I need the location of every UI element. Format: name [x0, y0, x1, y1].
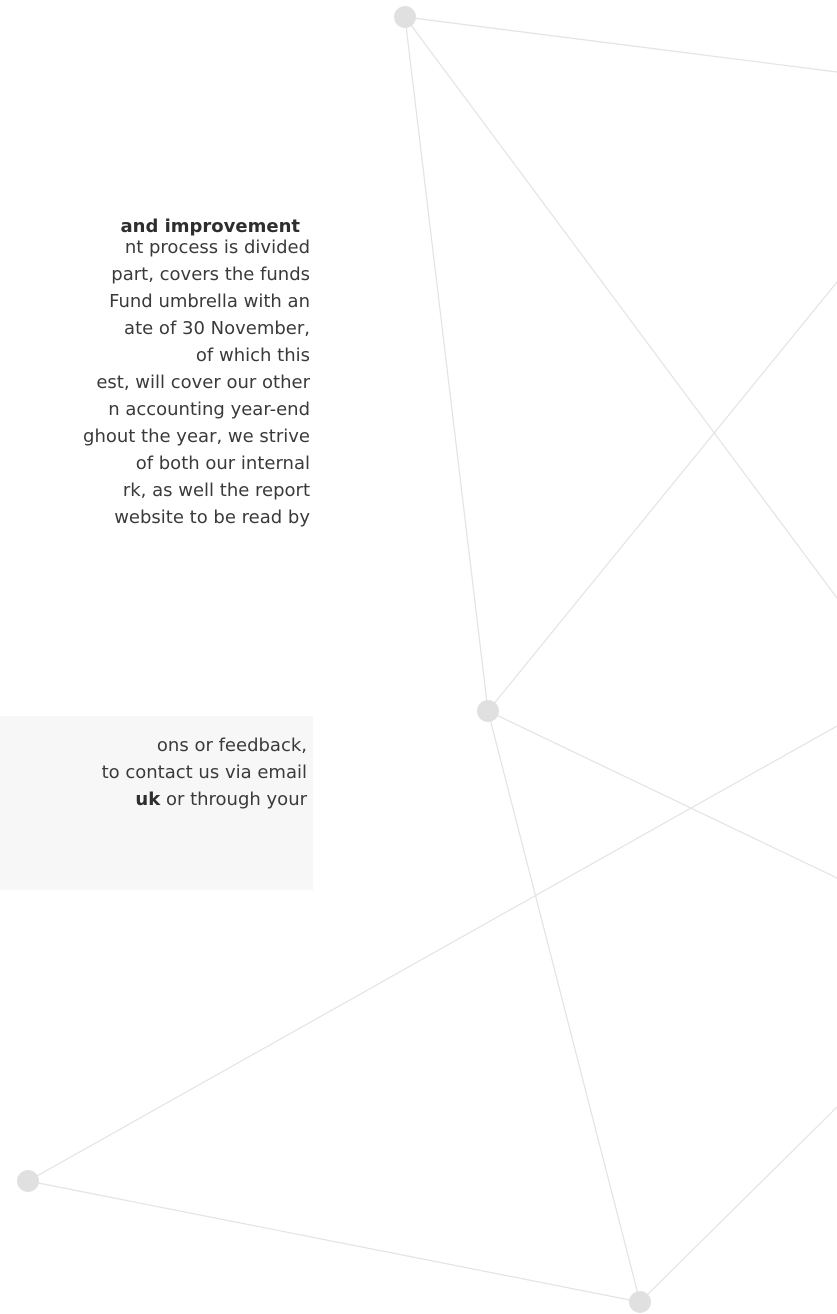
network-line — [404, 16, 489, 712]
paragraph-line: rk, as well the report — [122, 480, 310, 501]
paragraph-line: est, will cover our other — [96, 372, 310, 393]
section-paragraph: nt process is divided part, covers the f… — [0, 234, 310, 531]
network-node — [17, 1170, 39, 1192]
network-node — [477, 700, 499, 722]
paragraph-line: ghout the year, we strive — [83, 426, 310, 447]
network-line — [487, 710, 641, 1303]
callout-line-rest: or through your — [160, 789, 307, 810]
network-node — [394, 6, 416, 28]
paragraph-line: ate of 30 November, — [124, 318, 310, 339]
paragraph-line: part, covers the funds — [111, 264, 310, 285]
paragraph-line: Fund umbrella with an — [109, 291, 310, 312]
callout-line: ons or feedback, — [156, 735, 307, 756]
email-fragment: uk — [135, 789, 161, 810]
network-line — [639, 1106, 837, 1303]
paragraph-line: n accounting year-end — [108, 399, 310, 420]
contact-callout-text: ons or feedback, to contact us via email… — [0, 732, 307, 813]
network-line — [487, 281, 837, 712]
network-line — [404, 16, 837, 73]
paragraph-line: of both our internal — [135, 453, 310, 474]
network-line — [404, 16, 837, 599]
paragraph-line: website to be read by — [114, 507, 310, 528]
paragraph-line: of which this — [195, 345, 310, 366]
callout-line: uk or through your — [0, 786, 307, 813]
paragraph-line: nt process is divided — [124, 237, 310, 258]
network-decoration — [17, 6, 837, 1313]
network-line — [487, 710, 837, 879]
callout-line: to contact us via email — [101, 762, 307, 783]
network-node — [629, 1291, 651, 1313]
network-line — [27, 1180, 641, 1303]
